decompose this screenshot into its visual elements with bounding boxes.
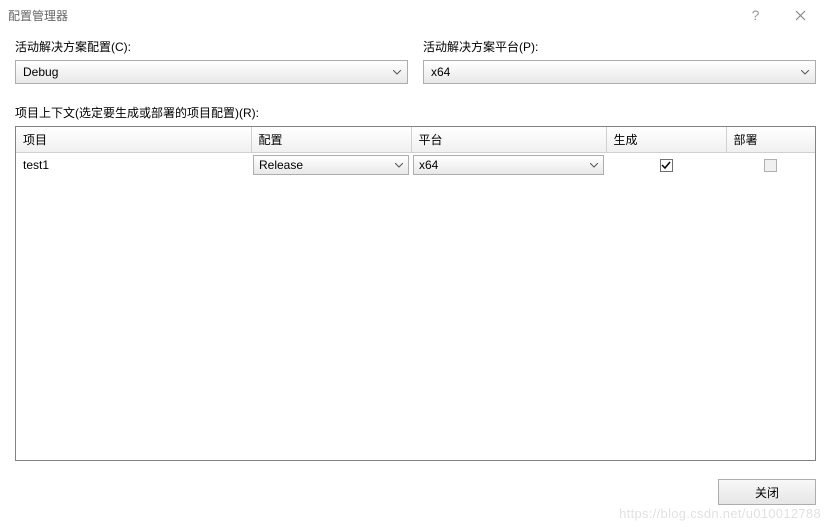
header-build[interactable]: 生成 xyxy=(606,127,726,153)
close-button[interactable]: 关闭 xyxy=(718,479,816,505)
help-icon: ? xyxy=(752,7,760,23)
row-platform-value: x64 xyxy=(419,158,585,172)
project-name: test1 xyxy=(18,158,49,172)
chevron-down-icon xyxy=(388,70,405,75)
project-table: 项目 配置 平台 生成 部署 test1 Release xyxy=(16,127,815,177)
cell-project: test1 xyxy=(16,153,251,178)
close-window-button[interactable] xyxy=(778,0,823,30)
table-row: test1 Release x64 xyxy=(16,153,815,178)
cell-deploy xyxy=(726,153,815,178)
header-project[interactable]: 项目 xyxy=(16,127,251,153)
cell-config: Release xyxy=(251,153,411,178)
titlebar-controls: ? xyxy=(733,0,823,30)
close-icon xyxy=(795,10,806,21)
header-config[interactable]: 配置 xyxy=(251,127,411,153)
cell-build xyxy=(606,153,726,178)
deploy-checkbox xyxy=(764,159,777,172)
table-header-row: 项目 配置 平台 生成 部署 xyxy=(16,127,815,153)
solution-platform-group: 活动解决方案平台(P): x64 xyxy=(423,38,816,84)
solution-config-value: Debug xyxy=(23,65,388,79)
dialog-footer: 关闭 xyxy=(15,479,816,505)
solution-config-dropdown[interactable]: Debug xyxy=(15,60,408,84)
solution-selects: 活动解决方案配置(C): Debug 活动解决方案平台(P): x64 xyxy=(15,38,816,84)
solution-platform-dropdown[interactable]: x64 xyxy=(423,60,816,84)
titlebar: 配置管理器 ? xyxy=(0,0,831,30)
chevron-down-icon xyxy=(796,70,813,75)
chevron-down-icon xyxy=(585,163,602,168)
solution-platform-label: 活动解决方案平台(P): xyxy=(423,38,816,55)
chevron-down-icon xyxy=(390,163,407,168)
solution-config-group: 活动解决方案配置(C): Debug xyxy=(15,38,408,84)
check-icon xyxy=(661,160,671,170)
cell-platform: x64 xyxy=(411,153,606,178)
help-button[interactable]: ? xyxy=(733,0,778,30)
header-deploy[interactable]: 部署 xyxy=(726,127,815,153)
solution-platform-value: x64 xyxy=(431,65,796,79)
window-title: 配置管理器 xyxy=(8,7,733,24)
project-context-label: 项目上下文(选定要生成或部署的项目配置)(R): xyxy=(15,104,816,121)
row-config-dropdown[interactable]: Release xyxy=(253,155,409,175)
project-table-container: 项目 配置 平台 生成 部署 test1 Release xyxy=(15,126,816,461)
build-checkbox[interactable] xyxy=(660,159,673,172)
header-platform[interactable]: 平台 xyxy=(411,127,606,153)
row-config-value: Release xyxy=(259,158,390,172)
row-platform-dropdown[interactable]: x64 xyxy=(413,155,604,175)
solution-config-label: 活动解决方案配置(C): xyxy=(15,38,408,55)
dialog-content: 活动解决方案配置(C): Debug 活动解决方案平台(P): x64 项目上下… xyxy=(0,30,831,520)
